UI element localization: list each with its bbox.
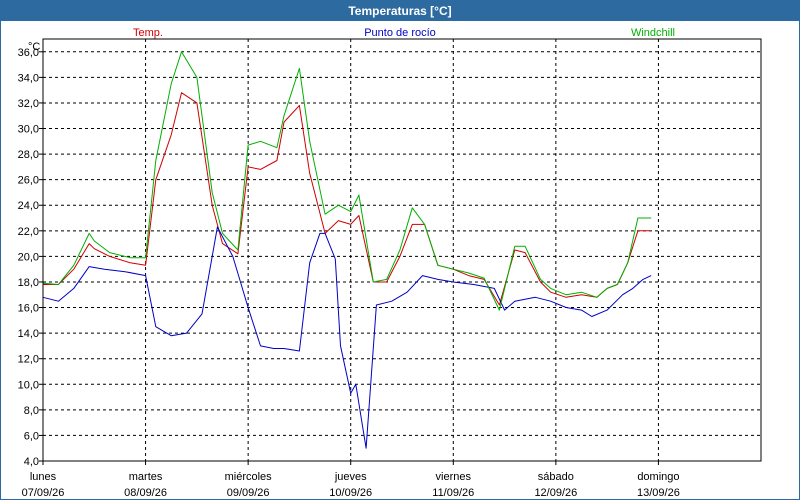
y-tick-label: 32,0 [18, 98, 39, 110]
x-tick-label-day: viernes [436, 471, 472, 483]
chart-window: Temperaturas [°C] 4,0 6,0 8,0 10,0 12,0 14,0 1… [0, 0, 800, 500]
temperature-chart: 4,0 6,0 8,0 10,0 12,0 14,0 16,0 18,0 20,0 22,0 24,… [18, 27, 762, 499]
legend-punto-de-rocio: Punto de rocío [364, 27, 436, 39]
y-tick-label: 24,0 [18, 200, 39, 212]
y-tick-label: 26,0 [18, 175, 39, 187]
y-tick-label: 28,0 [18, 149, 39, 161]
y-tick-label: 18,0 [18, 277, 39, 289]
x-tick-label-date: 12/09/26 [534, 487, 577, 499]
y-tick-label: 6,0 [24, 430, 39, 442]
y-tick-label: 20,0 [18, 251, 39, 263]
series-line-punto-de-rocio [42, 226, 652, 449]
legend-windchill: Windchill [631, 27, 675, 39]
y-tick-label: 22,0 [18, 226, 39, 238]
y-tick-label: 4,0 [24, 456, 39, 468]
x-tick-label-day: jueves [334, 471, 367, 483]
legend-temp: Temp. [133, 27, 163, 39]
series-line-windchill [42, 51, 652, 311]
axes: 4,0 6,0 8,0 10,0 12,0 14,0 16,0 18,0 20,0 22,0 24,… [18, 47, 680, 499]
y-tick-label: 16,0 [18, 303, 39, 315]
y-tick-label: 10,0 [18, 379, 39, 391]
x-tick-label-day: sábado [538, 471, 574, 483]
x-tick-label-date: 07/09/26 [22, 487, 65, 499]
y-tick-label: 14,0 [18, 328, 39, 340]
x-tick-label-day: miércoles [225, 471, 273, 483]
y-axis-unit-label: °C [28, 41, 40, 53]
y-tick-label: 12,0 [18, 354, 39, 366]
x-tick-label-date: 11/09/26 [432, 487, 474, 499]
x-tick-label-day: martes [129, 471, 163, 483]
y-tick-label: 8,0 [24, 405, 39, 417]
legend: Temp. Punto de rocío Windchill [133, 27, 675, 39]
x-tick-label-day: domingo [637, 471, 679, 483]
series-lines [42, 51, 652, 449]
x-tick-label-date: 08/09/26 [124, 487, 167, 499]
x-tick-label-date: 13/09/26 [637, 487, 680, 499]
y-tick-label: 30,0 [18, 124, 39, 136]
x-tick-label-date: 09/09/26 [227, 487, 270, 499]
y-tick-label: 34,0 [18, 72, 39, 84]
x-tick-label-date: 10/09/26 [329, 487, 372, 499]
x-tick-label-day: lunes [30, 471, 57, 483]
